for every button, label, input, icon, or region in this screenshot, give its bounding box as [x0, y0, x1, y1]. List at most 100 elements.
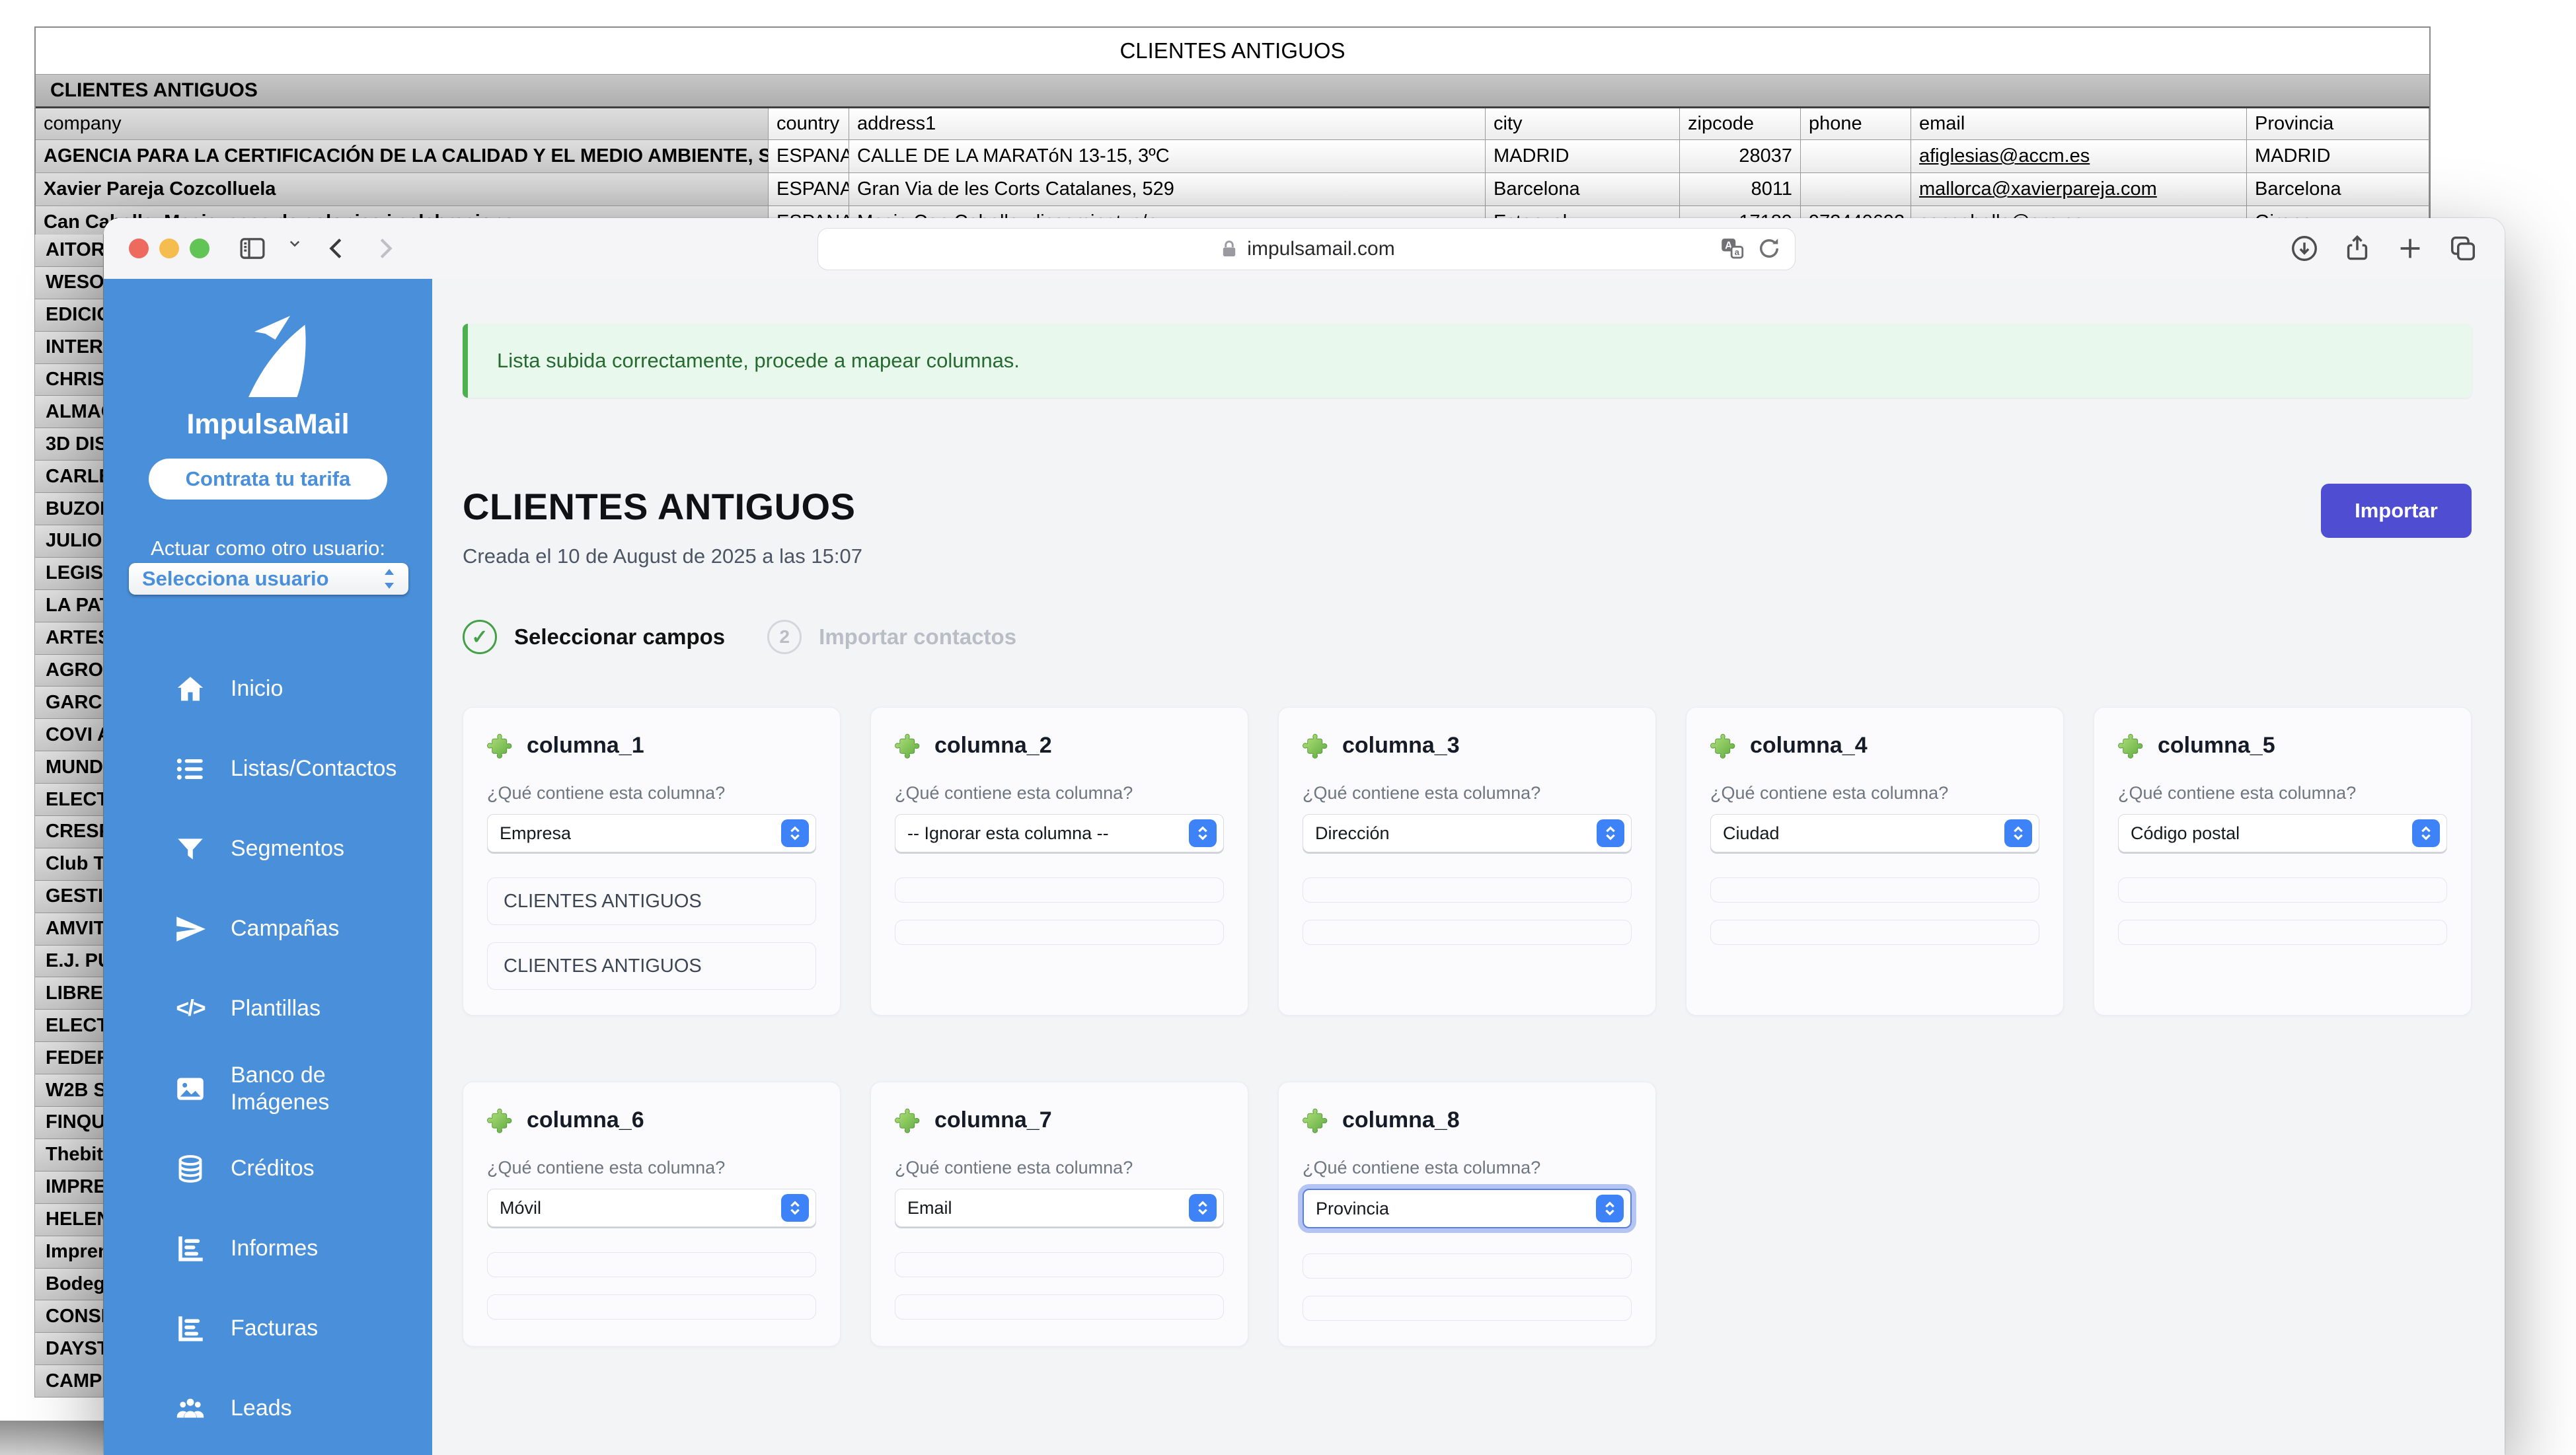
- spreadsheet-header-cell[interactable]: country: [769, 108, 849, 140]
- sidebar-item-facturas[interactable]: Facturas: [104, 1288, 432, 1368]
- downloads-icon[interactable]: [2289, 233, 2320, 264]
- spreadsheet-row-label[interactable]: LIBRERÍ: [34, 977, 104, 1010]
- spreadsheet-row-label[interactable]: CARLES: [34, 461, 104, 493]
- step-2-label: Importar contactos: [819, 624, 1016, 650]
- spreadsheet-row-label[interactable]: FINQUE: [34, 1107, 104, 1139]
- spreadsheet-cell[interactable]: Xavier Pareja Cozcolluela: [36, 173, 769, 206]
- spreadsheet-cell[interactable]: MADRID: [1486, 140, 1680, 173]
- column-type-select[interactable]: Ciudad: [1710, 814, 2039, 852]
- spreadsheet-row-label[interactable]: BUZONE: [34, 493, 104, 525]
- spreadsheet-row-label[interactable]: INTERB: [34, 332, 104, 364]
- spreadsheet-row-label[interactable]: ELECTR: [34, 1010, 104, 1042]
- spreadsheet-header-cell[interactable]: zipcode: [1680, 108, 1801, 140]
- spreadsheet-cell[interactable]: 8011: [1680, 173, 1801, 206]
- sidebar-item-plantillas[interactable]: </>Plantillas: [104, 969, 432, 1049]
- user-select[interactable]: Selecciona usuario: [129, 563, 408, 595]
- column-type-select[interactable]: Empresa: [487, 814, 816, 852]
- sidebar-item-campa-as[interactable]: Campañas: [104, 889, 432, 969]
- import-button[interactable]: Importar: [2321, 484, 2472, 538]
- back-button[interactable]: [322, 233, 352, 264]
- spreadsheet-header-cell[interactable]: Provincia: [2247, 108, 2429, 140]
- sidebar-item-inicio[interactable]: Inicio: [104, 649, 432, 729]
- spreadsheet-cell[interactable]: ESPANA: [769, 140, 849, 173]
- address-bar[interactable]: impulsamail.com Aa: [817, 228, 1796, 270]
- spreadsheet-row-label[interactable]: Imprenta: [34, 1236, 104, 1269]
- spreadsheet-row-label[interactable]: HELENA: [34, 1204, 104, 1236]
- tab-overview-icon[interactable]: [2448, 233, 2478, 264]
- translate-icon[interactable]: Aa: [1718, 235, 1746, 262]
- spreadsheet-row-label[interactable]: IMPREN: [34, 1172, 104, 1204]
- spreadsheet-cell[interactable]: Gran Via de les Corts Catalanes, 529: [849, 173, 1486, 206]
- page-title: CLIENTES ANTIGUOS: [463, 485, 855, 528]
- spreadsheet-cell[interactable]: MADRID: [2247, 140, 2429, 173]
- spreadsheet-cell[interactable]: CALLE DE LA MARATóN 13-15, 3ºC: [849, 140, 1486, 173]
- spreadsheet-header-cell[interactable]: company: [36, 108, 769, 140]
- spreadsheet-row-label[interactable]: Bodegas: [34, 1269, 104, 1301]
- column-type-select[interactable]: Email: [895, 1189, 1224, 1227]
- spreadsheet-cell[interactable]: AGENCIA PARA LA CERTIFICACIÓN DE LA CALI…: [36, 140, 769, 173]
- spreadsheet-row-label[interactable]: LA PATI: [34, 590, 104, 622]
- sidebar-item-segmentos[interactable]: Segmentos: [104, 809, 432, 889]
- sidebar-chevron-down-icon[interactable]: [285, 233, 305, 264]
- spreadsheet-row-label[interactable]: CHRIST: [34, 364, 104, 396]
- spreadsheet-row-label[interactable]: AMVITE: [34, 913, 104, 946]
- sidebar-item-leads[interactable]: Leads: [104, 1368, 432, 1448]
- spreadsheet-cell[interactable]: mallorca@xavierpareja.com: [1911, 173, 2247, 206]
- spreadsheet-row-label[interactable]: Club Ter: [34, 848, 104, 881]
- spreadsheet-row-label[interactable]: E.J. PUE: [34, 946, 104, 978]
- spreadsheet-cell[interactable]: Barcelona: [2247, 173, 2429, 206]
- spreadsheet-cell[interactable]: [1801, 140, 1911, 173]
- spreadsheet-row-label[interactable]: CRESPO: [34, 816, 104, 848]
- spreadsheet-header-cell[interactable]: email: [1911, 108, 2247, 140]
- spreadsheet-row-label[interactable]: ARTES G: [34, 622, 104, 655]
- contract-plan-button[interactable]: Contrata tu tarifa: [149, 459, 387, 500]
- sidebar-item-banco-de-im-genes[interactable]: Banco de Imágenes: [104, 1049, 432, 1129]
- spreadsheet-cell[interactable]: [1801, 173, 1911, 206]
- spreadsheet-cell[interactable]: 28037: [1680, 140, 1801, 173]
- spreadsheet-row-label[interactable]: ELECTM: [34, 784, 104, 816]
- spreadsheet-row-label[interactable]: ALMAC: [34, 396, 104, 428]
- spreadsheet-header-cell[interactable]: address1: [849, 108, 1486, 140]
- spreadsheet-row-label[interactable]: AGROSE: [34, 655, 104, 687]
- forward-button[interactable]: [369, 233, 400, 264]
- spreadsheet-row-label[interactable]: JULIO D: [34, 525, 104, 558]
- column-type-select[interactable]: Provincia: [1303, 1189, 1632, 1228]
- browser-window: impulsamail.com Aa: [104, 218, 2505, 1455]
- close-window-button[interactable]: [129, 239, 149, 258]
- spreadsheet-header-cell[interactable]: city: [1486, 108, 1680, 140]
- spreadsheet-row-label[interactable]: AITOR P: [34, 235, 104, 267]
- zoom-window-button[interactable]: [190, 239, 209, 258]
- spreadsheet-row-label[interactable]: COVI AF: [34, 719, 104, 751]
- column-type-select[interactable]: -- Ignorar esta columna --: [895, 814, 1224, 852]
- column-type-select[interactable]: Código postal: [2118, 814, 2447, 852]
- spreadsheet-row-label[interactable]: GARCID: [34, 687, 104, 719]
- spreadsheet-row-label[interactable]: CONSER: [34, 1300, 104, 1333]
- new-tab-icon[interactable]: [2395, 233, 2425, 264]
- sidebar-item-cr-ditos[interactable]: Créditos: [104, 1129, 432, 1209]
- url-text: impulsamail.com: [1247, 238, 1394, 260]
- sidebar-toggle-icon[interactable]: [237, 233, 268, 264]
- spreadsheet-cell[interactable]: Barcelona: [1486, 173, 1680, 206]
- spreadsheet-row-label[interactable]: 3D DIST: [34, 428, 104, 461]
- reload-icon[interactable]: [1755, 235, 1783, 262]
- spreadsheet-row-label[interactable]: W2B SE: [34, 1074, 104, 1107]
- spreadsheet-row-label[interactable]: GESTIO: [34, 881, 104, 913]
- column-type-select[interactable]: Dirección: [1303, 814, 1632, 852]
- column-name: columna_4: [1750, 733, 1868, 759]
- spreadsheet-row-label[interactable]: Thebits: [34, 1139, 104, 1172]
- minimize-window-button[interactable]: [159, 239, 179, 258]
- column-type-select[interactable]: Móvil: [487, 1189, 816, 1227]
- sidebar-item-listas-contactos[interactable]: Listas/Contactos: [104, 729, 432, 809]
- spreadsheet-row-label[interactable]: DAYSTE: [34, 1333, 104, 1365]
- spreadsheet-row-label[interactable]: CAMPIN: [34, 1365, 104, 1398]
- spreadsheet-cell[interactable]: afiglesias@accm.es: [1911, 140, 2247, 173]
- spreadsheet-header-cell[interactable]: phone: [1801, 108, 1911, 140]
- sidebar-item-informes[interactable]: Informes: [104, 1209, 432, 1288]
- spreadsheet-row-label[interactable]: MUNDO: [34, 751, 104, 784]
- spreadsheet-cell[interactable]: ESPANA: [769, 173, 849, 206]
- spreadsheet-row-label[interactable]: WESOL: [34, 267, 104, 299]
- spreadsheet-row-label[interactable]: FEDERA: [34, 1042, 104, 1074]
- spreadsheet-row-label[interactable]: LEGIS G: [34, 558, 104, 590]
- spreadsheet-row-label[interactable]: EDICION: [34, 299, 104, 332]
- share-icon[interactable]: [2342, 233, 2372, 264]
